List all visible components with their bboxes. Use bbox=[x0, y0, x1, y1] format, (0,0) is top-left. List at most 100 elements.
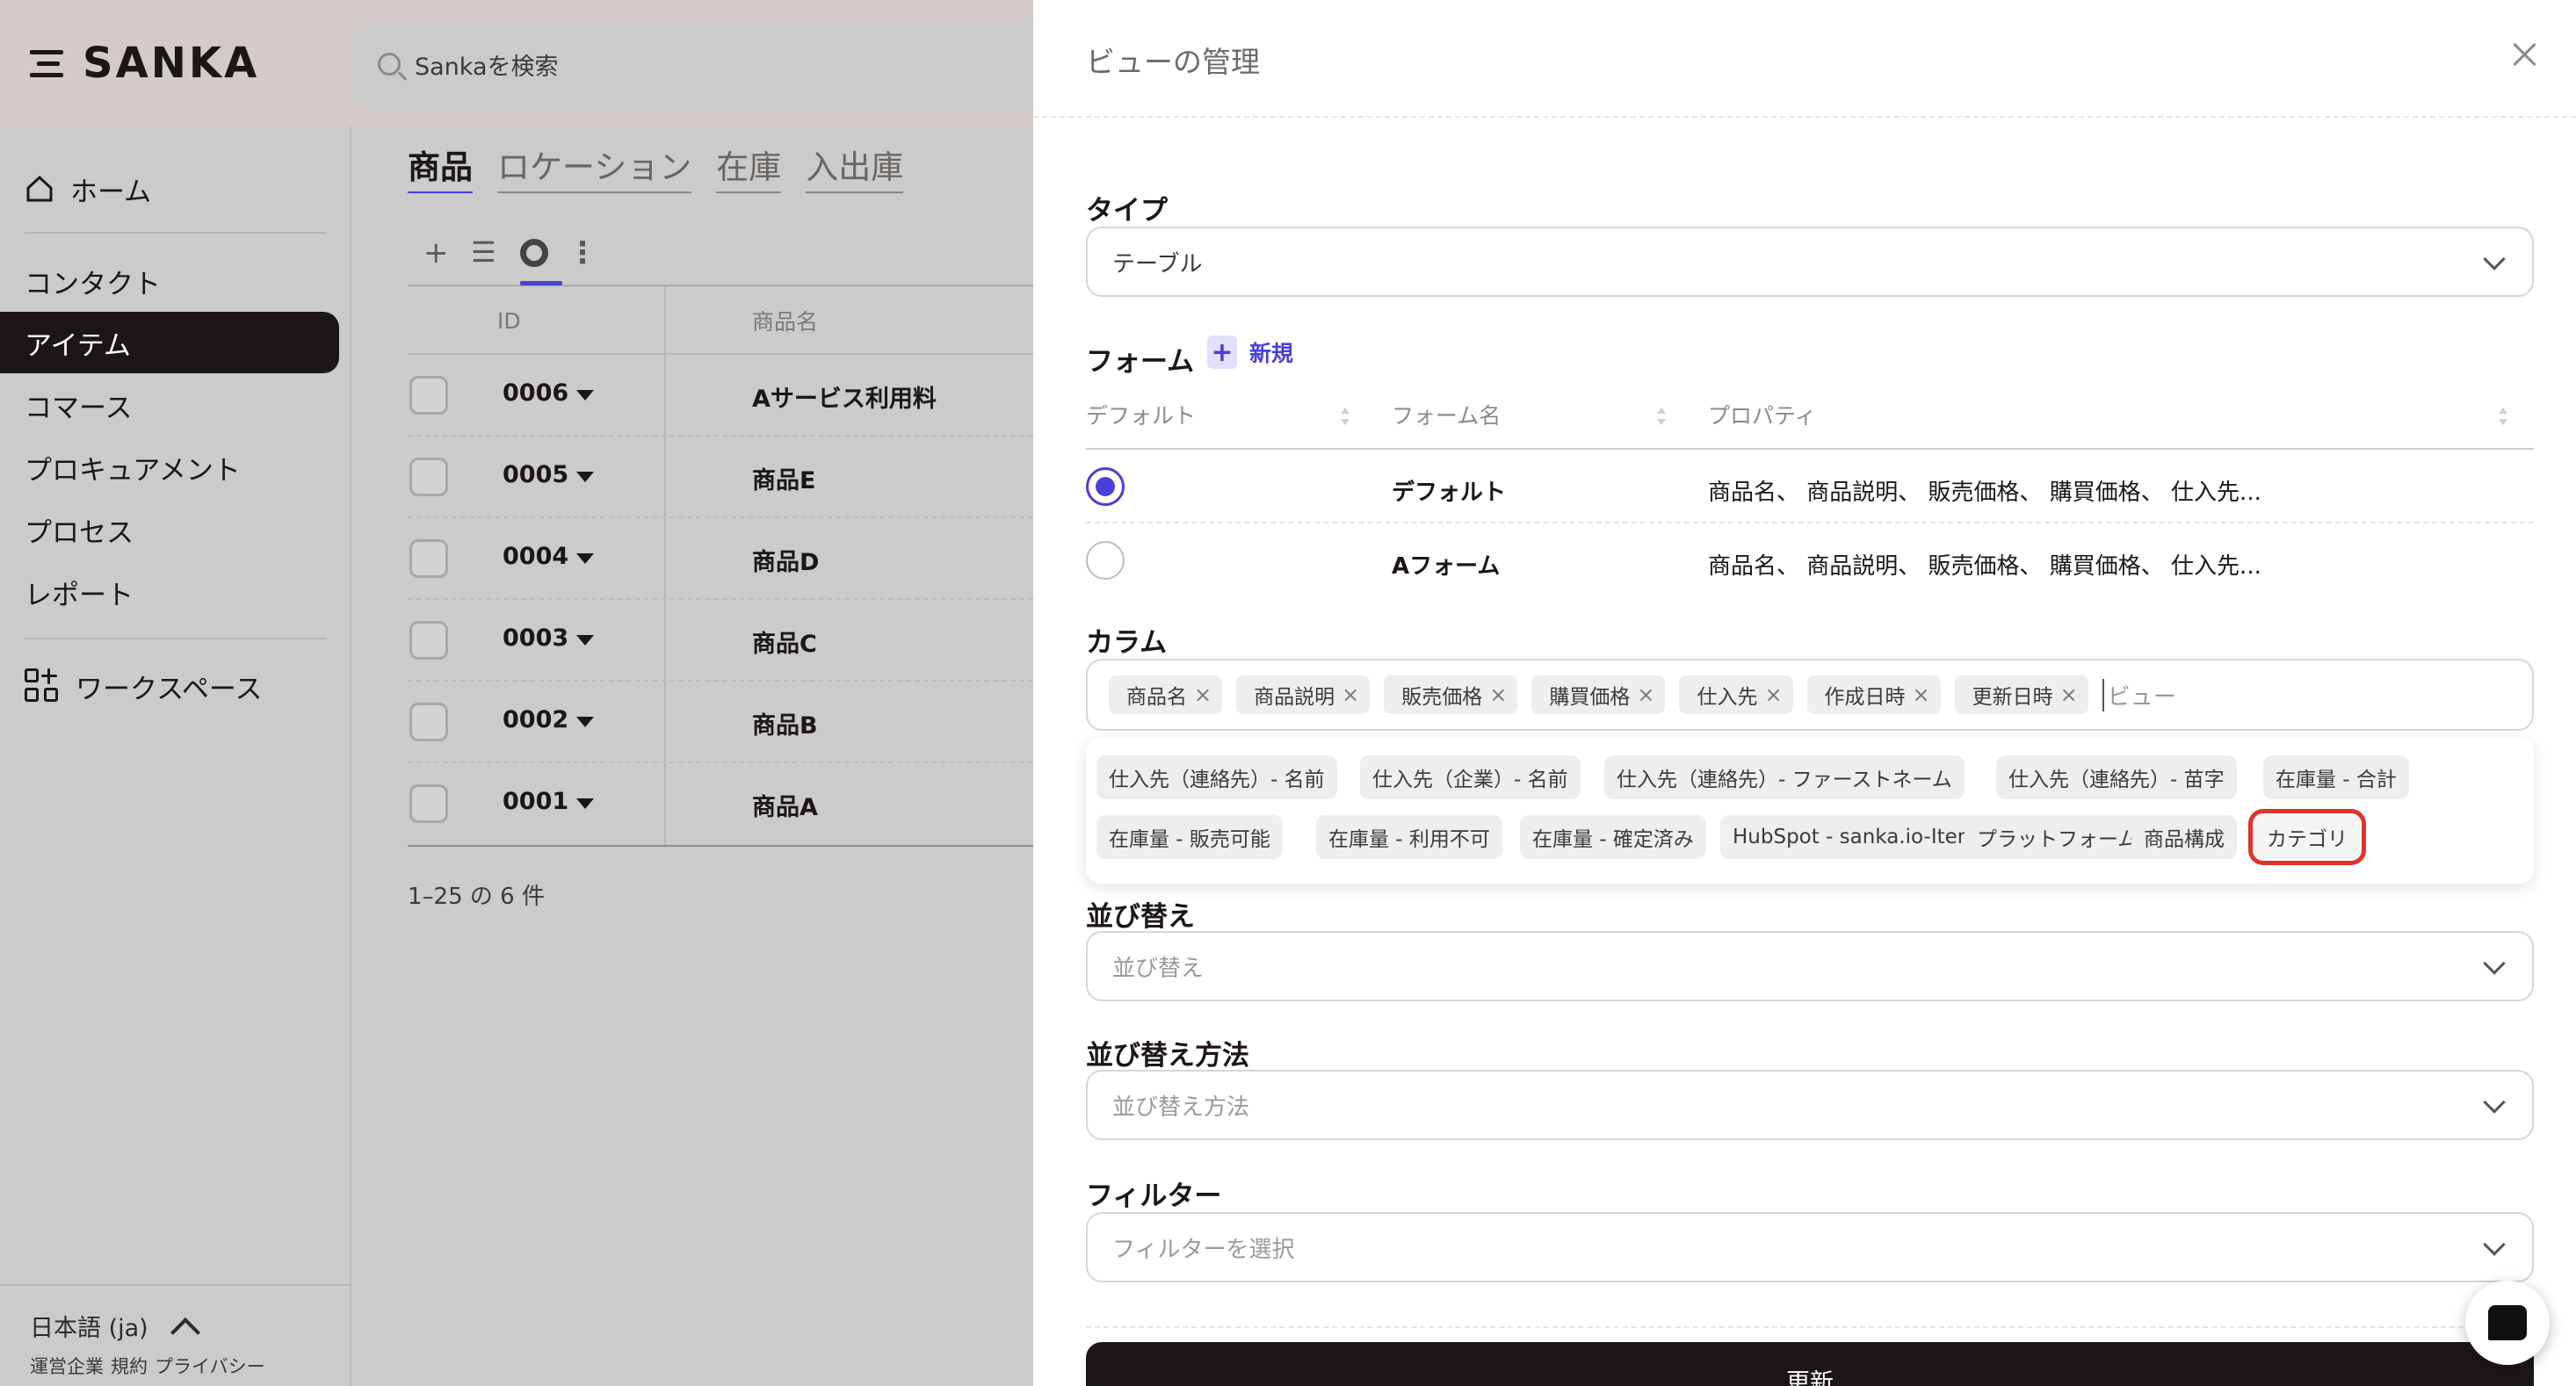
form-header-default[interactable]: デフォルト bbox=[1086, 399, 1196, 430]
sort-method-label: 並び替え方法 bbox=[1086, 1040, 1249, 1072]
row-checkbox[interactable] bbox=[409, 784, 448, 823]
update-button[interactable]: 更新 bbox=[1086, 1342, 2534, 1386]
form-header-props-label: プロパティ bbox=[1708, 403, 1817, 429]
row-id[interactable]: 0002 bbox=[503, 706, 568, 733]
row-checkbox[interactable] bbox=[409, 539, 448, 578]
column-option[interactable]: 在庫量 - 合計 bbox=[2263, 755, 2409, 799]
column-tag-input[interactable]: 商品名 × 商品説明 × 販売価格 × 購買価格 × 仕入先 × 作成日時 × 更新日時 × … bbox=[1086, 659, 2534, 731]
form-row[interactable]: Aフォーム 商品名、 商品説明、 販売価格、 購買価格、 仕入先... bbox=[1086, 523, 2534, 597]
sort-select[interactable]: 並び替え bbox=[1086, 931, 2534, 1001]
type-label: タイプ bbox=[1086, 195, 1168, 227]
footer-link-terms[interactable]: 規約 bbox=[111, 1353, 148, 1379]
column-option[interactable]: 在庫量 - 利用不可 bbox=[1316, 815, 1502, 859]
remove-chip-icon[interactable]: × bbox=[1342, 682, 1359, 707]
row-caret-icon[interactable] bbox=[576, 553, 594, 564]
language-switcher[interactable]: 日本語 (ja) bbox=[30, 1309, 200, 1347]
column-option-category-highlighted[interactable]: カテゴリ bbox=[2248, 809, 2366, 865]
sidebar-item-items[interactable]: アイテム bbox=[0, 312, 339, 373]
new-form-button[interactable]: + 新規 bbox=[1207, 336, 1293, 369]
search-icon bbox=[378, 53, 401, 76]
search-input[interactable]: Sankaを検索 bbox=[353, 21, 1056, 107]
remove-chip-icon[interactable]: × bbox=[1489, 682, 1507, 707]
sidebar-item-label: コマース bbox=[25, 392, 133, 424]
row-checkbox[interactable] bbox=[409, 621, 448, 660]
sort-arrows-icon[interactable] bbox=[1341, 408, 1350, 425]
close-icon[interactable] bbox=[2513, 42, 2537, 67]
row-id[interactable]: 0004 bbox=[503, 543, 568, 570]
remove-chip-icon[interactable]: × bbox=[1913, 682, 1930, 707]
view-circle-icon[interactable] bbox=[520, 239, 548, 267]
type-select-value: テーブル bbox=[1112, 250, 1203, 278]
sidebar-item-label: プロセス bbox=[25, 516, 134, 549]
column-option[interactable]: 仕入先（連絡先）- ファーストネーム bbox=[1604, 755, 1965, 799]
sidebar-item-contacts[interactable]: コンタクト bbox=[0, 250, 339, 312]
row-id[interactable]: 0001 bbox=[503, 788, 568, 815]
sidebar-item-workspace[interactable]: ワークスペース bbox=[0, 655, 339, 717]
table-row[interactable]: 0005 商品E bbox=[408, 437, 1033, 518]
remove-chip-icon[interactable]: × bbox=[1194, 682, 1212, 707]
column-option[interactable]: 仕入先（連絡先）- 名前 bbox=[1096, 755, 1337, 799]
sort-arrows-icon[interactable] bbox=[1657, 408, 1666, 425]
footer-link-company[interactable]: 運営企業 bbox=[30, 1353, 104, 1379]
table-row[interactable]: 0003 商品C bbox=[408, 600, 1033, 682]
column-chip: 更新日時 × bbox=[1954, 675, 2088, 714]
list-icon[interactable]: ☰ bbox=[471, 235, 496, 269]
form-header-props[interactable]: プロパティ bbox=[1708, 399, 1817, 430]
tab-products[interactable]: 商品 bbox=[408, 141, 473, 193]
filter-select[interactable]: フィルターを選択 bbox=[1086, 1212, 2534, 1282]
row-checkbox[interactable] bbox=[409, 458, 448, 496]
row-id[interactable]: 0006 bbox=[503, 379, 568, 407]
column-chip-label: 商品名 bbox=[1126, 686, 1187, 709]
tab-inventory[interactable]: 在庫 bbox=[716, 141, 782, 193]
table-row[interactable]: 0002 商品B bbox=[408, 682, 1033, 763]
form-default-radio[interactable] bbox=[1086, 541, 1125, 580]
form-row[interactable]: デフォルト 商品名、 商品説明、 販売価格、 購買価格、 仕入先... bbox=[1086, 450, 2534, 523]
more-options-icon[interactable]: ⋮ bbox=[568, 235, 597, 271]
table-row[interactable]: 0004 商品D bbox=[408, 518, 1033, 600]
row-caret-icon[interactable] bbox=[576, 717, 594, 727]
row-id[interactable]: 0005 bbox=[503, 461, 568, 488]
sidebar-item-commerce[interactable]: コマース bbox=[0, 374, 339, 436]
footer-link-privacy[interactable]: プライバシー bbox=[155, 1353, 265, 1379]
column-chip-label: 更新日時 bbox=[1972, 686, 2053, 709]
form-default-radio[interactable] bbox=[1086, 467, 1125, 506]
row-checkbox[interactable] bbox=[409, 376, 448, 415]
row-caret-icon[interactable] bbox=[576, 472, 594, 482]
row-checkbox[interactable] bbox=[409, 703, 448, 741]
column-option[interactable]: 在庫量 - 確定済み bbox=[1520, 815, 1706, 859]
column-option[interactable]: 仕入先（企業）- 名前 bbox=[1360, 755, 1581, 799]
row-caret-icon[interactable] bbox=[576, 798, 594, 809]
add-icon[interactable]: + bbox=[423, 235, 449, 271]
column-options-dropdown: 仕入先（連絡先）- 名前 仕入先（企業）- 名前 仕入先（連絡先）- ファースト… bbox=[1086, 738, 2534, 884]
column-header-id[interactable]: ID bbox=[497, 286, 521, 355]
table-row[interactable]: 0001 商品A bbox=[408, 763, 1033, 845]
tab-locations[interactable]: ロケーション bbox=[497, 141, 692, 193]
column-option[interactable]: 仕入先（連絡先）- 苗字 bbox=[1996, 755, 2237, 799]
column-option[interactable]: 商品構成 bbox=[2131, 815, 2237, 859]
sidebar-item-procurement[interactable]: プロキュアメント bbox=[0, 437, 339, 498]
sidebar-item-home[interactable]: ホーム bbox=[0, 158, 339, 220]
column-header-name[interactable]: 商品名 bbox=[752, 286, 818, 355]
sidebar-item-reports[interactable]: レポート bbox=[0, 561, 339, 623]
sort-method-select[interactable]: 並び替え方法 bbox=[1086, 1070, 2534, 1140]
sidebar-item-process[interactable]: プロセス bbox=[0, 499, 339, 560]
sidebar: ホーム コンタクト アイテム コマース プロキュアメント プロセス レポート ワ… bbox=[0, 126, 351, 1386]
chat-button[interactable] bbox=[2465, 1281, 2550, 1365]
column-input-placeholder[interactable]: ビュー bbox=[2102, 678, 2176, 711]
sort-arrows-icon[interactable] bbox=[2499, 408, 2507, 425]
tab-transactions[interactable]: 入出庫 bbox=[806, 141, 904, 193]
hamburger-menu-icon[interactable] bbox=[30, 47, 63, 80]
remove-chip-icon[interactable]: × bbox=[1764, 682, 1782, 707]
type-select[interactable]: テーブル bbox=[1086, 227, 2534, 297]
remove-chip-icon[interactable]: × bbox=[1637, 682, 1654, 707]
form-header-name[interactable]: フォーム名 bbox=[1392, 399, 1501, 430]
sidebar-item-label: コンタクト bbox=[25, 268, 161, 300]
row-id[interactable]: 0003 bbox=[503, 624, 568, 652]
column-option[interactable]: 在庫量 - 販売可能 bbox=[1096, 815, 1283, 859]
divider bbox=[25, 638, 327, 639]
chevron-down-icon bbox=[2483, 248, 2506, 271]
table-row[interactable]: 0006 Aサービス利用料 bbox=[408, 355, 1033, 437]
remove-chip-icon[interactable]: × bbox=[2060, 682, 2078, 707]
row-caret-icon[interactable] bbox=[576, 635, 594, 646]
row-caret-icon[interactable] bbox=[576, 390, 594, 401]
